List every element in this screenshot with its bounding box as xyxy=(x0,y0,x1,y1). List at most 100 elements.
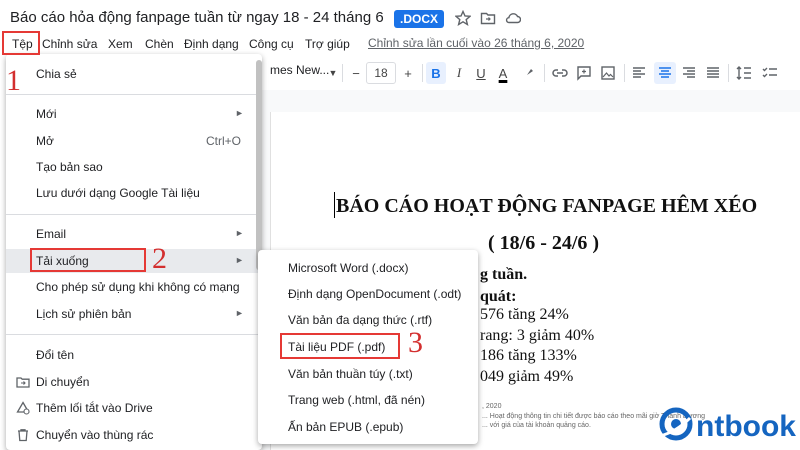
document-title[interactable]: Báo cáo hỏa động fanpage tuần từ ngay 18… xyxy=(10,9,384,26)
title-bar: Báo cáo hỏa động fanpage tuần từ ngay 18… xyxy=(0,0,800,32)
folder-move-icon[interactable] xyxy=(480,10,496,26)
download-html[interactable]: Trang web (.html, đã nén) xyxy=(258,388,478,412)
download-rtf[interactable]: Văn bản đa dạng thức (.rtf) xyxy=(258,308,478,332)
submenu-arrow-icon: ► xyxy=(235,308,244,318)
document-line: 049 giảm 49% xyxy=(480,368,574,385)
text-cursor xyxy=(334,192,335,218)
document-heading: BÁO CÁO HOẠT ĐỘNG FANPAGE HÊM XÉO xyxy=(336,195,758,217)
download-option-label: Microsoft Word (.docx) xyxy=(288,261,409,275)
checklist-icon[interactable] xyxy=(762,65,778,81)
file-menu-item-trash[interactable]: Chuyển vào thùng rác xyxy=(6,423,262,447)
toolbar: mes New... ▼ − 18 + B I U A xyxy=(262,58,800,88)
drive-shortcut-icon xyxy=(16,401,30,415)
step-number: 2 xyxy=(152,242,167,275)
file-menu-item-share[interactable]: Chia sẻ xyxy=(6,62,262,86)
align-center-icon xyxy=(659,67,671,78)
increase-font-size-button[interactable]: + xyxy=(400,62,416,84)
file-menu-item-move[interactable]: Di chuyển xyxy=(6,370,262,394)
align-center-button[interactable] xyxy=(654,62,676,84)
toolbar-divider xyxy=(544,64,545,82)
file-menu-item-label: Email xyxy=(36,227,67,241)
link-icon[interactable] xyxy=(552,66,568,80)
document-line: rang: 3 giảm 40% xyxy=(480,327,595,344)
last-edit-link[interactable]: Chỉnh sửa lần cuối vào 26 tháng 6, 2020 xyxy=(368,36,584,50)
menu-format[interactable]: Định dạng xyxy=(184,37,239,51)
file-menu-item-label: Lịch sử phiên bản xyxy=(36,307,132,321)
highlight-icon[interactable] xyxy=(522,66,536,80)
file-menu-item-label: Lưu dưới dạng Google Tài liệu xyxy=(36,186,200,200)
download-txt[interactable]: Văn bản thuần túy (.txt) xyxy=(258,362,478,386)
document-small-text: ... với giá của tài khoản quảng cáo. xyxy=(482,422,591,429)
cloud-status-icon[interactable] xyxy=(505,10,521,26)
menu-tools[interactable]: Công cụ xyxy=(249,37,294,51)
italic-button[interactable]: I xyxy=(450,62,468,84)
line-spacing-icon[interactable] xyxy=(736,65,752,81)
menu-help[interactable]: Trợ giúp xyxy=(305,37,350,51)
highlight-box-pdf xyxy=(280,333,400,359)
download-option-label: Trang web (.html, đã nén) xyxy=(288,393,425,407)
star-icon[interactable] xyxy=(455,10,471,26)
text-color-button[interactable]: A xyxy=(494,62,512,84)
download-option-label: Ấn bản EPUB (.epub) xyxy=(288,420,404,434)
toolbar-divider xyxy=(342,64,343,82)
file-menu-item-label: Thêm lối tắt vào Drive xyxy=(36,401,153,415)
document-line: 186 tăng 133% xyxy=(480,347,577,364)
file-menu-item-label: Chia sẻ xyxy=(36,67,77,81)
menu-divider xyxy=(6,94,262,95)
file-menu-item-open[interactable]: Mở Ctrl+O xyxy=(6,129,262,153)
submenu-arrow-icon: ► xyxy=(235,255,244,265)
align-right-icon[interactable] xyxy=(682,66,696,80)
file-menu-scrollbar[interactable] xyxy=(256,60,262,270)
font-dropdown-arrow-icon[interactable]: ▼ xyxy=(326,62,340,84)
svg-text:ntbook: ntbook xyxy=(696,410,796,443)
align-left-icon[interactable] xyxy=(632,66,646,80)
underline-button[interactable]: U xyxy=(472,62,490,84)
file-menu-item-offline[interactable]: Cho phép sử dụng khi không có mạng xyxy=(6,275,262,299)
image-icon[interactable] xyxy=(600,65,616,81)
menu-divider xyxy=(6,214,262,215)
file-menu-item-make-copy[interactable]: Tạo bản sao xyxy=(6,155,262,179)
folder-move-icon xyxy=(16,377,30,388)
font-name-select[interactable]: mes New... xyxy=(270,63,329,77)
toolbar-divider xyxy=(422,64,423,82)
submenu-arrow-icon: ► xyxy=(235,108,244,118)
ntbook-logo: ntbook xyxy=(656,402,800,446)
format-badge: .DOCX xyxy=(394,10,445,28)
document-line: 576 tăng 24% xyxy=(480,306,569,323)
download-option-label: Văn bản thuần túy (.txt) xyxy=(288,367,413,381)
highlight-box-file-menu xyxy=(2,31,40,55)
menu-edit[interactable]: Chỉnh sửa xyxy=(42,37,97,51)
document-line: g tuần. xyxy=(480,266,528,283)
file-menu-item-save-as-google-doc[interactable]: Lưu dưới dạng Google Tài liệu xyxy=(6,181,262,205)
download-odt[interactable]: Định dạng OpenDocument (.odt) xyxy=(258,282,478,306)
file-menu-item-label: Di chuyển xyxy=(36,375,90,389)
file-menu-item-rename[interactable]: Đổi tên xyxy=(6,343,262,367)
bold-button[interactable]: B xyxy=(426,62,446,84)
download-option-label: Định dạng OpenDocument (.odt) xyxy=(288,287,462,301)
download-option-label: Văn bản đa dạng thức (.rtf) xyxy=(288,313,433,327)
document-subheading: ( 18/6 - 24/6 ) xyxy=(488,232,600,254)
submenu-arrow-icon: ► xyxy=(235,228,244,238)
comment-icon[interactable] xyxy=(576,65,592,81)
align-justify-icon[interactable] xyxy=(706,66,720,80)
file-menu-item-email[interactable]: Email ► xyxy=(6,222,262,246)
document-small-text: , 2020 xyxy=(482,403,502,410)
font-size-input[interactable]: 18 xyxy=(366,62,396,84)
step-number: 1 xyxy=(6,64,21,97)
step-number: 3 xyxy=(408,326,423,359)
menu-view[interactable]: Xem xyxy=(108,37,133,51)
file-menu-item-label: Tạo bản sao xyxy=(36,160,103,174)
document-line: quát: xyxy=(480,288,517,305)
toolbar-divider xyxy=(624,64,625,82)
menu-insert[interactable]: Chèn xyxy=(145,37,174,51)
shortcut-label: Ctrl+O xyxy=(206,134,242,148)
download-docx[interactable]: Microsoft Word (.docx) xyxy=(258,256,478,280)
decrease-font-size-button[interactable]: − xyxy=(348,62,364,84)
file-menu-item-label: Mới xyxy=(36,107,57,121)
file-menu-item-new[interactable]: Mới ► xyxy=(6,102,262,126)
file-menu-item-add-shortcut[interactable]: Thêm lối tắt vào Drive xyxy=(6,396,262,420)
download-epub[interactable]: Ấn bản EPUB (.epub) xyxy=(258,415,478,439)
trash-icon xyxy=(18,429,28,442)
file-menu-item-version-history[interactable]: Lịch sử phiên bản ► xyxy=(6,302,262,326)
toolbar-divider xyxy=(728,64,729,82)
